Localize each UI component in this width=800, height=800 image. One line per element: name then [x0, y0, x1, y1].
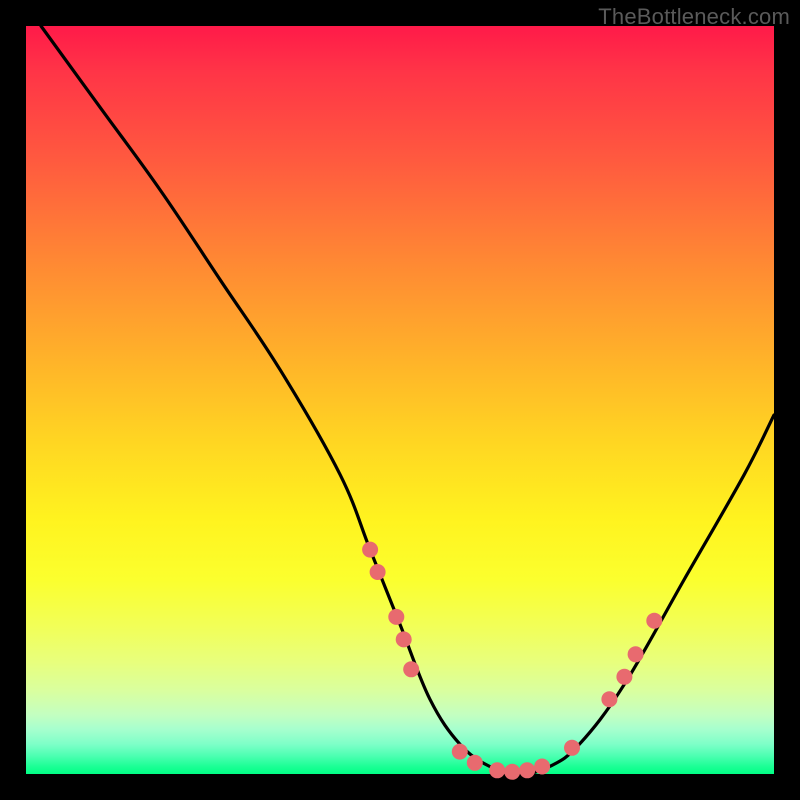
- curve-marker: [534, 759, 550, 775]
- chart-frame: TheBottleneck.com: [0, 0, 800, 800]
- curve-marker: [628, 646, 644, 662]
- curve-marker: [403, 661, 419, 677]
- curve-marker: [362, 542, 378, 558]
- curve-marker: [388, 609, 404, 625]
- curve-marker: [616, 669, 632, 685]
- curve-marker: [601, 691, 617, 707]
- plot-area: [26, 26, 774, 774]
- curve-marker: [396, 631, 412, 647]
- watermark-text: TheBottleneck.com: [598, 4, 790, 30]
- curve-markers: [362, 542, 662, 780]
- curve-marker: [489, 762, 505, 778]
- curve-path-group: [41, 26, 774, 774]
- curve-marker: [646, 613, 662, 629]
- curve-marker: [504, 764, 520, 780]
- curve-marker: [452, 744, 468, 760]
- curve-marker: [467, 755, 483, 771]
- curve-marker: [519, 762, 535, 778]
- curve-marker: [370, 564, 386, 580]
- bottleneck-curve: [41, 26, 774, 774]
- curve-layer: [26, 26, 774, 774]
- curve-marker: [564, 740, 580, 756]
